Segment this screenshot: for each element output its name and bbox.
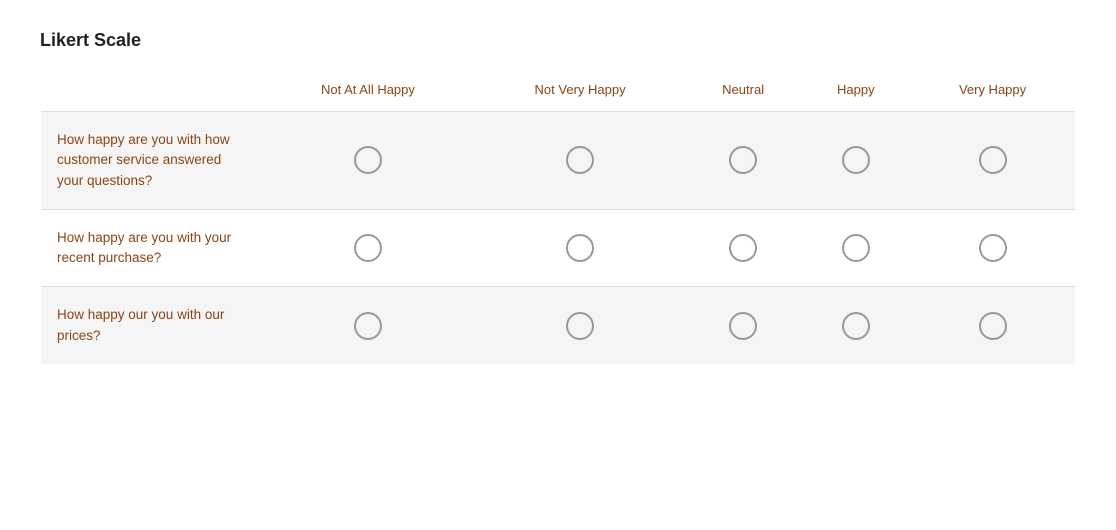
col-header-not-very-happy: Not Very Happy [475, 68, 684, 112]
radio-cell-row3-col3[interactable] [685, 287, 802, 365]
radio-cell-row2-col4[interactable] [802, 209, 911, 287]
radio-cell-row3-col1[interactable] [261, 287, 476, 365]
question-cell-2: How happy are you with your recent purch… [41, 209, 261, 287]
radio-q3-col5[interactable] [979, 312, 1007, 340]
table-row: How happy are you with your recent purch… [41, 209, 1076, 287]
radio-cell-row2-col5[interactable] [910, 209, 1075, 287]
radio-q3-col1[interactable] [354, 312, 382, 340]
radio-cell-row3-col5[interactable] [910, 287, 1075, 365]
page-title: Likert Scale [40, 30, 1076, 51]
radio-cell-row1-col1[interactable] [261, 112, 476, 210]
radio-cell-row1-col5[interactable] [910, 112, 1075, 210]
radio-cell-row1-col2[interactable] [475, 112, 684, 210]
question-cell-3: How happy our you with our prices? [41, 287, 261, 365]
radio-cell-row2-col2[interactable] [475, 209, 684, 287]
radio-q1-col4[interactable] [842, 146, 870, 174]
radio-cell-row2-col3[interactable] [685, 209, 802, 287]
table-header-row: Not At All Happy Not Very Happy Neutral … [41, 68, 1076, 112]
col-header-neutral: Neutral [685, 68, 802, 112]
radio-q2-col2[interactable] [566, 234, 594, 262]
table-row: How happy are you with how customer serv… [41, 112, 1076, 210]
radio-cell-row2-col1[interactable] [261, 209, 476, 287]
col-header-happy: Happy [802, 68, 911, 112]
col-header-not-at-all-happy: Not At All Happy [261, 68, 476, 112]
question-cell-1: How happy are you with how customer serv… [41, 112, 261, 210]
col-header-very-happy: Very Happy [910, 68, 1075, 112]
radio-cell-row3-col4[interactable] [802, 287, 911, 365]
likert-scale-table: Not At All Happy Not Very Happy Neutral … [40, 67, 1076, 365]
radio-q3-col2[interactable] [566, 312, 594, 340]
col-header-question [41, 68, 261, 112]
radio-cell-row1-col3[interactable] [685, 112, 802, 210]
radio-q2-col4[interactable] [842, 234, 870, 262]
radio-q2-col5[interactable] [979, 234, 1007, 262]
radio-q1-col1[interactable] [354, 146, 382, 174]
radio-cell-row1-col4[interactable] [802, 112, 911, 210]
table-row: How happy our you with our prices? [41, 287, 1076, 365]
radio-q3-col4[interactable] [842, 312, 870, 340]
radio-q1-col5[interactable] [979, 146, 1007, 174]
radio-cell-row3-col2[interactable] [475, 287, 684, 365]
radio-q1-col2[interactable] [566, 146, 594, 174]
radio-q1-col3[interactable] [729, 146, 757, 174]
radio-q3-col3[interactable] [729, 312, 757, 340]
radio-q2-col3[interactable] [729, 234, 757, 262]
radio-q2-col1[interactable] [354, 234, 382, 262]
